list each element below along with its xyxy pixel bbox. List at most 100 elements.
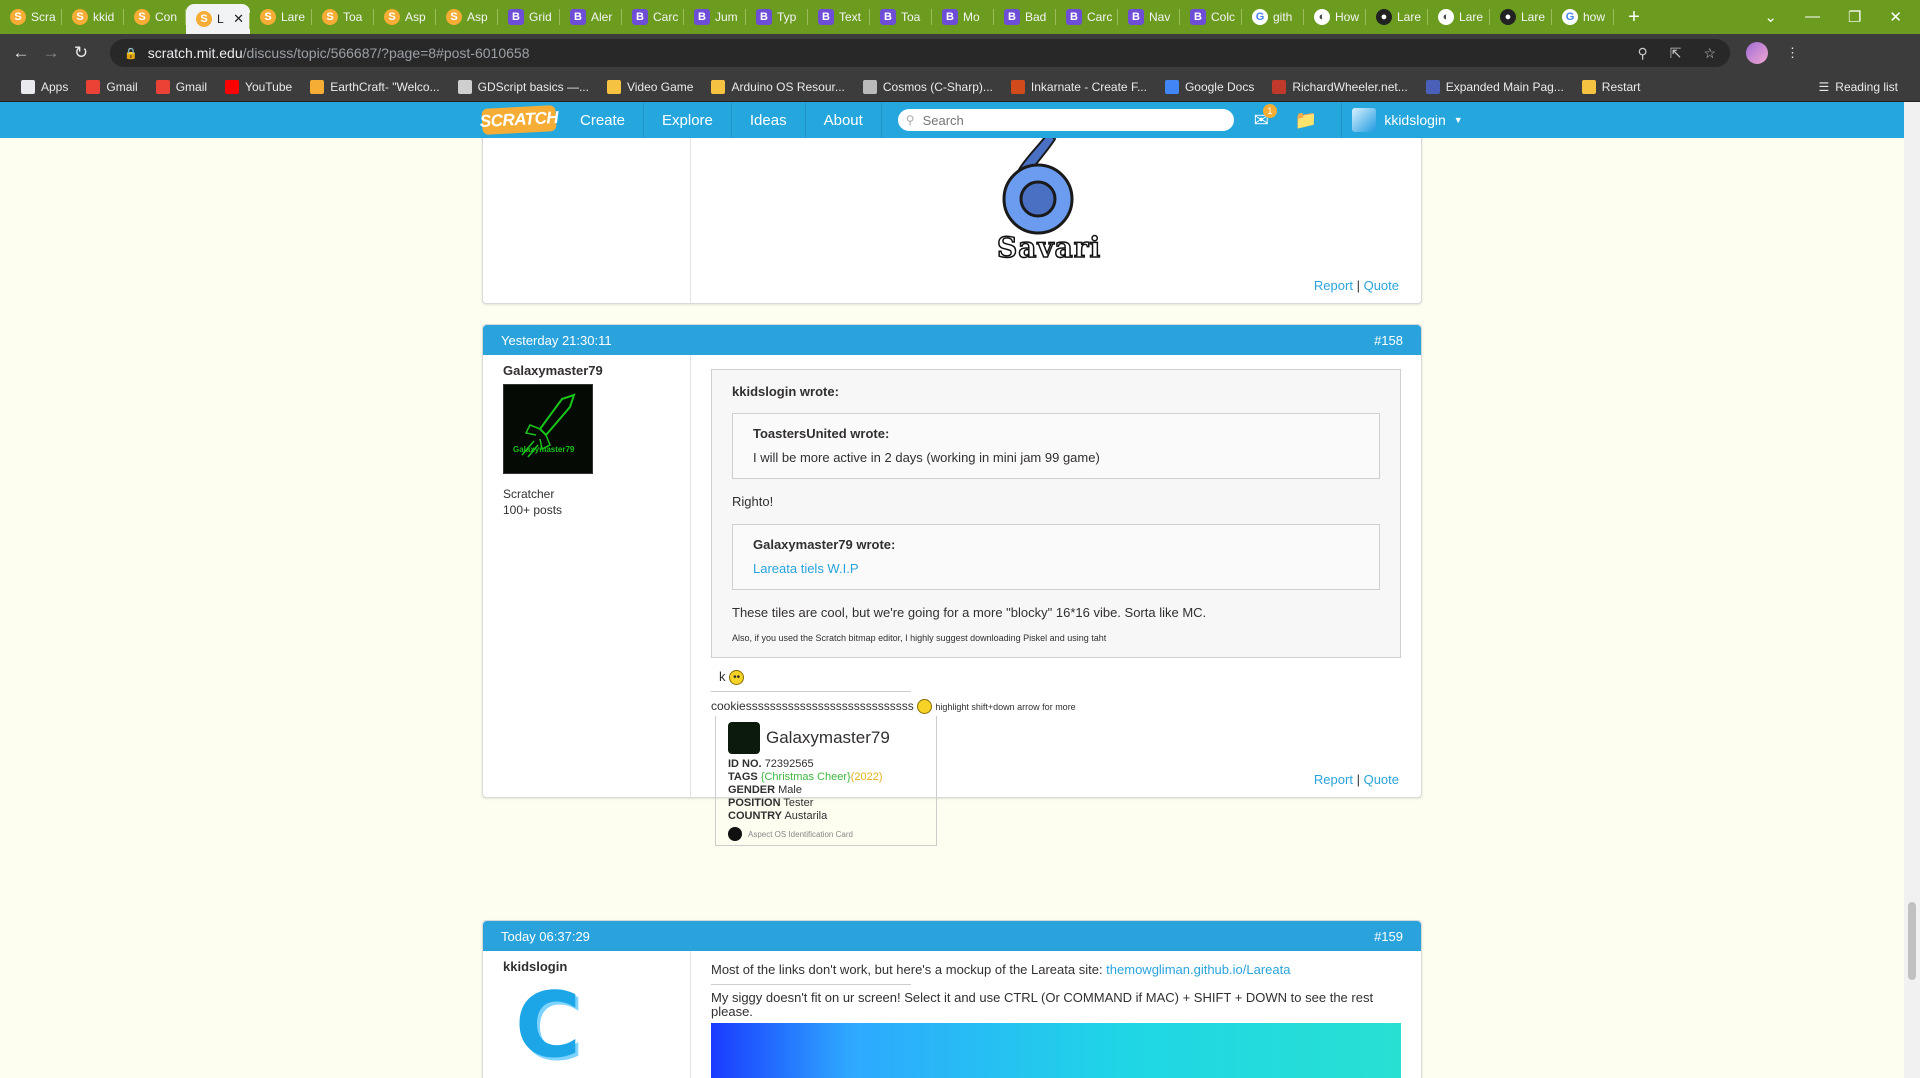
post-content: kkidslogin wrote: ToastersUnited wrote: … — [691, 355, 1421, 847]
tab-label: Typ — [777, 10, 797, 24]
scratch-icon: S — [196, 11, 212, 27]
address-bar[interactable]: 🔒 scratch.mit.edu/discuss/topic/566687/?… — [110, 39, 1730, 67]
key-icon[interactable]: ⚲ — [1637, 45, 1647, 62]
card-avatar — [728, 722, 760, 755]
bookmark-item[interactable]: Expanded Main Pag... — [1417, 79, 1573, 94]
chevron-down-icon[interactable]: ⌄ — [1764, 8, 1777, 26]
search-icon: ⚲ — [905, 113, 915, 127]
browser-tab[interactable]: Ggith — [1242, 0, 1304, 34]
post-number[interactable]: #159 — [1374, 929, 1403, 944]
close-window-icon[interactable]: ✕ — [1889, 8, 1902, 26]
browser-tab[interactable]: B Bad — [994, 0, 1056, 34]
lareata-link[interactable]: themowgliman.github.io/Lareata — [1106, 962, 1290, 977]
reading-list-button[interactable]: ☰ Reading list — [1819, 80, 1920, 94]
browser-tab[interactable]: B Text — [808, 0, 870, 34]
post-count: 100+ posts — [503, 503, 563, 517]
bookmark-item[interactable]: Restart — [1573, 79, 1650, 94]
tab-label: Lare — [1459, 10, 1484, 24]
browser-tab[interactable]: S L ✕ — [186, 4, 250, 34]
nav-item[interactable]: Ideas — [732, 102, 806, 138]
browser-tab[interactable]: ● Lare — [1490, 0, 1552, 34]
forward-icon[interactable]: → — [36, 43, 66, 63]
quote-link[interactable]: Quote — [1364, 278, 1399, 293]
browser-tab[interactable]: Ghow — [1552, 0, 1614, 34]
bookmark-item[interactable]: Google Docs — [1156, 79, 1263, 94]
browser-tab[interactable]: B Nav — [1118, 0, 1180, 34]
share-icon[interactable]: ⇱ — [1670, 45, 1682, 62]
tab-label: Toa — [901, 10, 921, 24]
bookmark-item[interactable]: Inkarnate - Create F... — [1002, 79, 1156, 94]
bookmark-item[interactable]: GDScript basics —... — [449, 79, 598, 94]
browser-tab[interactable]: ◐ Lare — [1428, 0, 1490, 34]
avatar[interactable]: Galaxymaster79 — [503, 384, 593, 474]
search-input[interactable] — [922, 112, 1223, 128]
search-box[interactable]: ⚲ — [897, 109, 1234, 131]
page-scrollbar[interactable] — [1904, 102, 1920, 1078]
nav-item[interactable]: Explore — [644, 102, 732, 138]
browser-tab[interactable]: B Toa — [870, 0, 932, 34]
bookmark-item[interactable]: Video Game — [598, 79, 703, 94]
quote-link[interactable]: Quote — [1364, 772, 1399, 787]
browser-tab[interactable]: B Grid — [498, 0, 560, 34]
scrollbar-thumb[interactable] — [1908, 902, 1916, 980]
browser-tab[interactable]: B Typ — [746, 0, 808, 34]
avatar[interactable]: C — [503, 973, 593, 1078]
bookmark-item[interactable]: EarthCraft- "Welco... — [301, 79, 448, 94]
bookmark-item[interactable]: Arduino OS Resour... — [702, 79, 853, 94]
bookmark-item[interactable]: Gmail — [147, 79, 216, 94]
tab-label: Aler — [591, 10, 613, 24]
minimize-icon[interactable]: — — [1805, 8, 1820, 26]
profile-avatar[interactable] — [1746, 42, 1768, 64]
report-link[interactable]: Report — [1314, 772, 1353, 787]
browser-tab[interactable]: S Scra — [0, 0, 62, 34]
browser-tab[interactable]: Skkid — [62, 0, 124, 34]
browser-tab[interactable]: B Mo — [932, 0, 994, 34]
browser-tab[interactable]: B Carc — [622, 0, 684, 34]
menu-icon[interactable]: ⋮ — [1786, 45, 1799, 61]
browser-tab[interactable]: B Carc — [1056, 0, 1118, 34]
restore-icon[interactable]: ❐ — [1848, 8, 1861, 26]
scratch-logo[interactable]: SCRATCH — [479, 105, 559, 135]
browser-tab[interactable]: S Con — [124, 0, 186, 34]
tab-label: Lare — [281, 10, 306, 24]
post-author-name[interactable]: Galaxymaster79 — [503, 363, 670, 378]
bookmark-item[interactable]: Apps — [12, 79, 77, 94]
back-icon[interactable]: ← — [6, 43, 36, 63]
bookmark-label: Restart — [1601, 79, 1641, 94]
card-position: Tester — [783, 797, 814, 810]
bookmark-item[interactable]: Cosmos (C-Sharp)... — [854, 79, 1002, 94]
my-stuff-icon[interactable]: 📁 — [1295, 110, 1317, 131]
tab-label: kkid — [93, 10, 115, 24]
report-link[interactable]: Report — [1314, 278, 1353, 293]
quote-link[interactable]: Lareata tiels W.I.P — [753, 560, 1359, 577]
star-icon[interactable]: ☆ — [1703, 45, 1716, 62]
browser-tab[interactable]: ● Lare — [1366, 0, 1428, 34]
messages-icon[interactable]: ✉ 1 — [1254, 103, 1277, 131]
browser-tab[interactable]: B Colc — [1180, 0, 1242, 34]
browser-tab[interactable]: S Asp — [374, 0, 436, 34]
card-tags-label: TAGS — [728, 771, 758, 784]
scratch-icon: S — [72, 9, 88, 25]
nav-item[interactable]: About — [806, 102, 882, 138]
bookmark-label: Google Docs — [1184, 79, 1255, 94]
browser-tab[interactable]: S Asp — [436, 0, 498, 34]
reload-icon[interactable]: ↻ — [66, 43, 96, 63]
user-menu[interactable]: kkidslogin ▼ — [1341, 102, 1463, 138]
bookmark-icon — [457, 79, 472, 94]
browser-tab[interactable]: B Jum — [684, 0, 746, 34]
post-number[interactable]: #158 — [1374, 333, 1403, 348]
tab-label: Scra — [31, 10, 56, 24]
browser-tab[interactable]: ◐ How — [1304, 0, 1366, 34]
browser-tab[interactable]: S Toa — [312, 0, 374, 34]
nav-item[interactable]: Create — [562, 102, 645, 138]
browser-tab[interactable]: B Aler — [560, 0, 622, 34]
bookmark-item[interactable]: RichardWheeler.net... — [1263, 79, 1416, 94]
browser-tab[interactable]: S Lare — [250, 0, 312, 34]
tab-label: Carc — [1087, 10, 1113, 24]
new-tab-button[interactable]: + — [1614, 6, 1654, 29]
bookmark-item[interactable]: YouTube — [216, 79, 301, 94]
bookmark-label: Video Game — [626, 79, 694, 94]
bookmark-item[interactable]: Gmail — [77, 79, 146, 94]
forum-post: Today 06:37:29 #159 kkidslogin C Most of… — [482, 920, 1422, 1078]
close-tab-icon[interactable]: ✕ — [233, 11, 244, 27]
